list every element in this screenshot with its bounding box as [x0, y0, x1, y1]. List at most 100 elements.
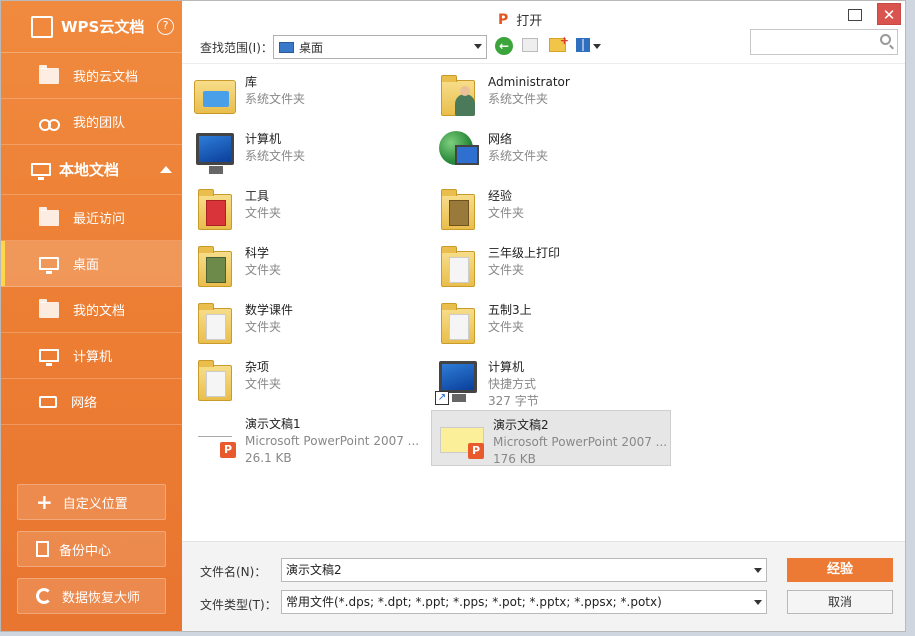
file-type: Microsoft PowerPoint 2007 ... [245, 434, 420, 448]
desktop-small-icon [279, 41, 294, 53]
file-item-wuzhi-3[interactable]: 五制3上文件夹 [427, 296, 667, 351]
sidebar-item-recent[interactable]: 最近访问 [1, 195, 182, 241]
file-item-network[interactable]: 网络 系统文件夹 [427, 125, 667, 180]
file-item-math-courseware[interactable]: 数学课件 文件夹 [184, 296, 424, 351]
shortcut-arrow-icon: ↗ [435, 391, 449, 405]
chevron-down-icon[interactable] [754, 568, 762, 573]
file-item-presentation2[interactable]: P 演示文稿2 Microsoft PowerPoint 2007 ... 176 … [431, 410, 671, 466]
file-item-administrator[interactable]: Administrator 系统文件夹 [427, 68, 667, 123]
file-type: 文件夹 [488, 263, 525, 277]
filename-label: 文件名(N)： [200, 565, 267, 579]
file-size: 327 字节 [488, 394, 539, 408]
help-icon[interactable]: ? [157, 18, 174, 35]
file-type: 文件夹 [245, 263, 282, 277]
backup-center-button[interactable]: 备份中心 [17, 531, 166, 567]
file-item-tools[interactable]: 工具 文件夹 [184, 182, 424, 237]
sidebar-section-local-docs[interactable]: 本地文档 [1, 145, 182, 195]
view-chevron-down-icon[interactable] [593, 44, 601, 49]
dialog-footer: 文件名(N)： 演示文稿2 文件类型(T)： 常用文件(*.dps; *.dpt… [182, 541, 905, 631]
button-label: 自定义位置 [62, 496, 128, 512]
ppt-badge-icon: P [220, 442, 236, 458]
file-name: 网络 [488, 132, 513, 146]
file-name: Administrator [488, 75, 570, 89]
dialog-title-text: 打开 [516, 14, 543, 29]
dialog-title: P 打开 [498, 10, 543, 30]
back-arrow-icon[interactable]: ← [495, 37, 513, 55]
file-item-computer[interactable]: 计算机 系统文件夹 [184, 125, 424, 180]
filetype-select[interactable]: 常用文件(*.dps; *.dpt; *.ppt; *.pps; *.pot; … [281, 590, 767, 614]
open-dialog-window: WPS云文档 ? 我的云文档 我的团队 本地文档 最近访问 桌面 我的文档 计算… [0, 0, 906, 632]
file-type: 文件夹 [488, 320, 525, 334]
collapse-triangle-icon[interactable] [160, 166, 172, 173]
sidebar-item-label: 计算机 [73, 350, 113, 365]
file-type: 系统文件夹 [488, 149, 549, 163]
file-item-misc[interactable]: 杂项 文件夹 [184, 353, 424, 408]
search-input[interactable] [750, 29, 898, 55]
up-folder-icon[interactable] [522, 38, 538, 52]
lookin-select[interactable]: 桌面 [273, 35, 487, 59]
main-panel: P 打开 ✕ 查找范围(I)： 桌面 ← 库系统 [182, 1, 905, 631]
file-name: 演示文稿1 [245, 417, 301, 431]
file-item-science[interactable]: 科学 文件夹 [184, 239, 424, 294]
file-name: 演示文稿2 [493, 418, 549, 432]
maximize-button[interactable] [848, 9, 862, 21]
file-type: 系统文件夹 [488, 92, 549, 106]
file-name: 计算机 [488, 360, 525, 374]
folder-icon [190, 355, 240, 405]
new-folder-icon[interactable] [549, 34, 569, 52]
file-name: 工具 [245, 189, 270, 203]
open-button[interactable]: 经验 [787, 558, 893, 582]
file-item-library[interactable]: 库系统文件夹 [184, 68, 424, 123]
sidebar-item-my-documents[interactable]: 我的文档 [1, 287, 182, 333]
filename-value: 演示文稿2 [286, 563, 342, 577]
file-type: 文件夹 [488, 206, 525, 220]
folder-icon [190, 184, 240, 234]
file-list: 库系统文件夹 Administrator 系统文件夹 计算机 系统文件夹 网络 系统文… [182, 63, 905, 541]
file-item-grade3-print[interactable]: 三年级上打印 文件夹 [427, 239, 667, 294]
ppt-badge-icon: P [468, 443, 484, 459]
sidebar-item-computer[interactable]: 计算机 [1, 333, 182, 379]
chevron-down-icon [474, 44, 482, 49]
sidebar-header: WPS云文档 ? [1, 1, 182, 53]
plus-icon: + [36, 490, 53, 514]
sidebar-item-desktop[interactable]: 桌面 [1, 241, 182, 287]
sidebar-item-network[interactable]: 网络 [1, 379, 182, 425]
sidebar-item-label: 最近访问 [73, 212, 126, 227]
view-mode-icon[interactable] [576, 38, 590, 52]
sidebar-item-my-cloud-docs[interactable]: 我的云文档 [1, 53, 182, 99]
sidebar: WPS云文档 ? 我的云文档 我的团队 本地文档 最近访问 桌面 我的文档 计算… [1, 1, 182, 631]
file-name: 五制3上 [488, 303, 532, 317]
lookin-label: 查找范围(I)： [200, 41, 273, 55]
file-item-computer-shortcut[interactable]: ↗ 计算机 快捷方式 327 字节 [427, 353, 667, 411]
file-item-presentation1[interactable]: P 演示文稿1 Microsoft PowerPoint 2007 ... 26.1… [184, 410, 424, 465]
custom-location-button[interactable]: + 自定义位置 [17, 484, 166, 520]
file-name: 三年级上打印 [488, 246, 561, 260]
library-icon [190, 70, 240, 120]
chevron-down-icon[interactable] [754, 600, 762, 605]
file-size: 176 KB [493, 452, 536, 466]
monitor-icon [31, 163, 51, 180]
file-type: 文件夹 [245, 377, 282, 391]
folder-icon [433, 184, 483, 234]
computer-icon [39, 349, 59, 366]
button-label: 数据恢复大师 [62, 590, 141, 606]
computer-shortcut-icon: ↗ [433, 355, 483, 405]
sidebar-item-my-team[interactable]: 我的团队 [1, 99, 182, 145]
computer-icon [190, 127, 240, 177]
sidebar-item-label: 我的文档 [73, 304, 126, 319]
toolbar: 查找范围(I)： 桌面 ← [182, 29, 905, 61]
file-item-experience[interactable]: 经验 文件夹 [427, 182, 667, 237]
cancel-button[interactable]: 取消 [787, 590, 893, 614]
sidebar-item-label: 我的云文档 [73, 70, 139, 85]
button-label: 备份中心 [59, 543, 112, 559]
file-name: 科学 [245, 246, 270, 260]
search-icon[interactable] [880, 34, 891, 45]
filetype-label: 文件类型(T)： [200, 598, 277, 612]
data-recovery-button[interactable]: 数据恢复大师 [17, 578, 166, 614]
backup-icon [36, 541, 49, 557]
file-name: 数学课件 [245, 303, 294, 317]
close-button[interactable]: ✕ [877, 3, 901, 25]
lookin-value: 桌面 [299, 40, 324, 55]
filename-input[interactable]: 演示文稿2 [281, 558, 767, 582]
file-type: 系统文件夹 [245, 149, 306, 163]
